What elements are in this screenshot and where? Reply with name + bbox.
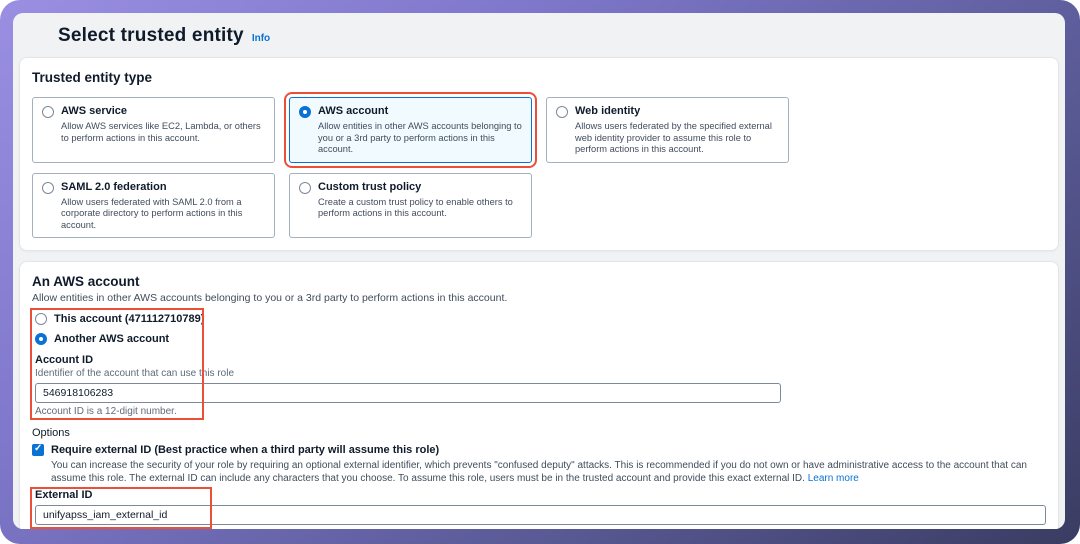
account-id-description: Identifier of the account that can use t… (35, 368, 1046, 379)
tile-label: SAML 2.0 federation (61, 181, 265, 194)
account-id-input[interactable] (35, 383, 781, 403)
external-id-description: You can increase the security of your ro… (51, 459, 1046, 485)
trusted-entity-tiles: AWS service Allow AWS services like EC2,… (32, 97, 1046, 238)
account-choice-group: This account (471112710789) Another AWS … (32, 312, 1046, 417)
radio-unchecked-icon[interactable] (35, 313, 47, 325)
external-id-label: External ID (35, 489, 1046, 501)
tile-web-identity[interactable]: Web identity Allows users federated by t… (546, 97, 789, 163)
purple-frame-border: Select trusted entity Info Trusted entit… (0, 0, 1080, 544)
radio-unchecked-icon[interactable] (556, 106, 568, 118)
account-id-label: Account ID (35, 354, 1046, 366)
tile-label: AWS service (61, 105, 265, 118)
an-aws-account-title: An AWS account (32, 274, 1046, 289)
require-external-id-label: Require external ID (Best practice when … (51, 443, 439, 457)
external-id-learn-more-link[interactable]: Learn more (808, 473, 859, 484)
tile-aws-account[interactable]: AWS account Allow entities in other AWS … (289, 97, 532, 163)
tile-description: Allow AWS services like EC2, Lambda, or … (61, 121, 265, 144)
radio-checked-icon[interactable] (35, 333, 47, 345)
trusted-entity-type-panel: Trusted entity type AWS service Allow AW… (19, 57, 1059, 251)
tile-description: Allow entities in other AWS accounts bel… (318, 121, 522, 156)
require-external-id-checkbox-row[interactable]: Require external ID (Best practice when … (32, 443, 1046, 457)
trusted-entity-type-title: Trusted entity type (32, 70, 1046, 85)
page-title: Select trusted entity (58, 25, 244, 47)
tile-saml-federation[interactable]: SAML 2.0 federation Allow users federate… (32, 173, 275, 239)
tile-description: Allow users federated with SAML 2.0 from… (61, 197, 265, 232)
tile-aws-service[interactable]: AWS service Allow AWS services like EC2,… (32, 97, 275, 163)
tile-label: AWS account (318, 105, 522, 118)
radio-unchecked-icon[interactable] (42, 106, 54, 118)
radio-another-aws-account[interactable]: Another AWS account (35, 332, 1046, 346)
tile-label: Web identity (575, 105, 779, 118)
options-label: Options (32, 427, 1046, 439)
external-id-field-group: External ID (32, 489, 1046, 525)
radio-checked-icon[interactable] (299, 106, 311, 118)
radio-unchecked-icon[interactable] (299, 182, 311, 194)
info-link[interactable]: Info (252, 33, 270, 44)
console-page: Select trusted entity Info Trusted entit… (13, 13, 1065, 529)
checkbox-checked-icon[interactable] (32, 444, 44, 456)
tile-description: Allows users federated by the specified … (575, 121, 779, 156)
an-aws-account-description: Allow entities in other AWS accounts bel… (32, 292, 1046, 304)
tile-custom-trust-policy[interactable]: Custom trust policy Create a custom trus… (289, 173, 532, 239)
screenshot-stage: Select trusted entity Info Trusted entit… (0, 0, 1080, 544)
external-id-input[interactable] (35, 505, 1046, 525)
radio-this-account[interactable]: This account (471112710789) (35, 312, 1046, 326)
page-header: Select trusted entity Info (19, 21, 1059, 57)
an-aws-account-panel: An AWS account Allow entities in other A… (19, 261, 1059, 529)
account-id-hint: Account ID is a 12-digit number. (35, 406, 1046, 417)
tile-description: Create a custom trust policy to enable o… (318, 197, 522, 220)
tile-label: Custom trust policy (318, 181, 522, 194)
radio-label: Another AWS account (54, 332, 169, 346)
radio-unchecked-icon[interactable] (42, 182, 54, 194)
radio-label: This account (471112710789) (54, 312, 204, 326)
